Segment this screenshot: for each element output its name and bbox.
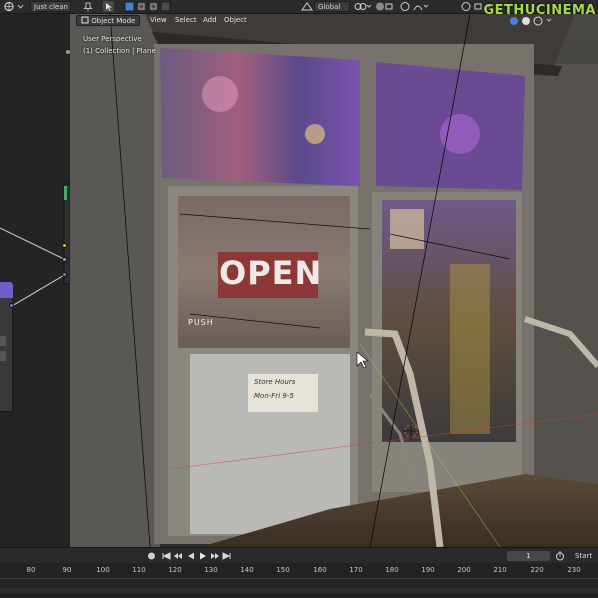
proportional-edit-icon[interactable] bbox=[400, 1, 430, 12]
open-sign: OPEN bbox=[219, 254, 323, 292]
storefront-scene-image bbox=[70, 14, 598, 547]
tick-label: 200 bbox=[457, 566, 471, 574]
editor-type-icon[interactable] bbox=[3, 1, 25, 12]
node-links bbox=[0, 183, 70, 307]
menu-view[interactable]: View bbox=[146, 15, 171, 26]
timeline-scrollbar[interactable] bbox=[0, 588, 598, 593]
view-perspective-label: User Perspective bbox=[83, 35, 142, 43]
node-field-2[interactable] bbox=[0, 351, 6, 361]
store-hours-line2: Mon-Fri 9-5 bbox=[254, 392, 294, 400]
tick-label: 210 bbox=[493, 566, 507, 574]
select-tool-icon[interactable] bbox=[103, 1, 114, 12]
tick-label: 230 bbox=[567, 566, 581, 574]
tick-label: 190 bbox=[421, 566, 435, 574]
snap-icon[interactable] bbox=[375, 1, 397, 12]
tick-label: 170 bbox=[349, 566, 363, 574]
tick-label: 180 bbox=[385, 566, 399, 574]
menu-add[interactable]: Add bbox=[199, 15, 221, 26]
transform-orientation-select[interactable]: Global bbox=[314, 1, 350, 12]
timeline-area[interactable]: 80 90 100 110 120 130 140 150 160 170 18… bbox=[0, 563, 598, 598]
mode-selector[interactable]: Object Mode bbox=[76, 15, 141, 26]
object-mode-icon bbox=[81, 16, 89, 24]
tick-label: 160 bbox=[313, 566, 327, 574]
select-mode-icons[interactable] bbox=[124, 1, 176, 12]
node-editor-area[interactable] bbox=[0, 14, 70, 547]
tick-label: 150 bbox=[276, 566, 290, 574]
store-hours-line1: Store Hours bbox=[254, 378, 296, 386]
socket-yellow[interactable] bbox=[62, 243, 67, 248]
viewport-header: Object Mode View Select Add Object bbox=[70, 14, 598, 28]
tick-label: 100 bbox=[96, 566, 110, 574]
pivot-icon[interactable] bbox=[353, 1, 373, 12]
timeline-header: 1 Start bbox=[0, 547, 598, 563]
pin-icon[interactable] bbox=[83, 1, 93, 12]
current-frame-field[interactable]: 1 bbox=[507, 551, 550, 561]
socket-blue[interactable] bbox=[62, 257, 67, 262]
viewport-shading-icons[interactable] bbox=[505, 16, 563, 27]
file-name-field[interactable]: Just clean c bbox=[30, 1, 71, 12]
tick-label: 90 bbox=[62, 566, 72, 574]
transform-orientation-icon[interactable] bbox=[300, 1, 314, 12]
tick-label: 130 bbox=[204, 566, 218, 574]
mode-label: Object Mode bbox=[91, 17, 136, 25]
timeline-divider bbox=[0, 578, 598, 579]
shader-node-header[interactable] bbox=[0, 282, 13, 298]
tick-label: 140 bbox=[240, 566, 254, 574]
menu-object[interactable]: Object bbox=[220, 15, 251, 26]
socket-blue-2[interactable] bbox=[62, 272, 67, 277]
start-frame-label[interactable]: Start bbox=[575, 551, 592, 561]
push-label: PUSH bbox=[188, 318, 214, 327]
3d-viewport[interactable]: OPEN PUSH Store Hours Mon-Fri 9-5 Object… bbox=[70, 14, 598, 547]
tick-label: 110 bbox=[132, 566, 146, 574]
shader-node[interactable] bbox=[0, 282, 13, 412]
tick-label: 80 bbox=[26, 566, 36, 574]
tick-label: 220 bbox=[530, 566, 544, 574]
tick-label: 120 bbox=[168, 566, 182, 574]
menu-select[interactable]: Select bbox=[171, 15, 201, 26]
node-output-socket[interactable] bbox=[9, 303, 14, 308]
node-field[interactable] bbox=[0, 336, 6, 346]
active-collection-label: (1) Collection | Plane bbox=[83, 47, 156, 55]
